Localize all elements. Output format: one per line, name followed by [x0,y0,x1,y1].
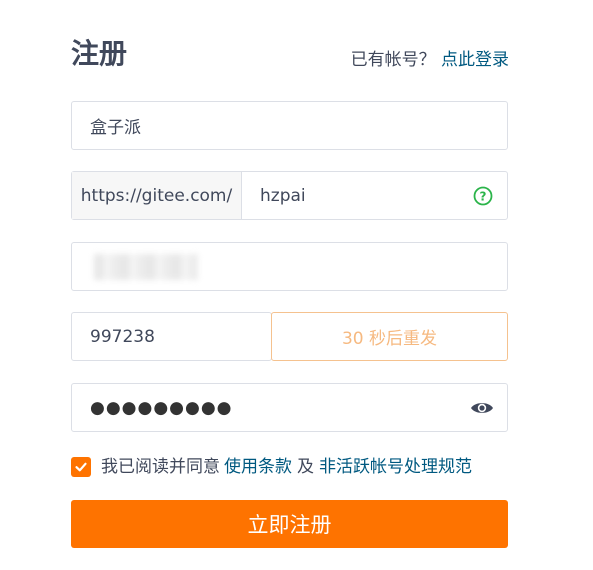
register-page: 注册 已有帐号？ 点此登录 https://gitee.com/ ? 30 秒后… [0,0,593,570]
svg-text:?: ? [480,189,487,203]
personal-path-field: https://gitee.com/ ? [71,171,508,220]
redacted-email-blur [94,254,198,280]
path-prefix: https://gitee.com/ [72,172,242,219]
eye-icon[interactable] [470,400,494,416]
page-title: 注册 [71,37,128,70]
agreement-text: 我已阅读并同意 [101,457,220,477]
login-prompt: 已有帐号？ 点此登录 [351,48,509,72]
checkmark-icon [75,462,87,472]
verification-code-input[interactable] [72,313,271,360]
register-button[interactable]: 立即注册 [71,500,508,548]
terms-link[interactable]: 使用条款 [224,455,292,479]
name-field[interactable] [71,101,508,150]
agreement-row: 我已阅读并同意 使用条款 及 非活跃帐号处理规范 [71,455,472,479]
agreement-checkbox[interactable] [71,457,91,477]
login-link[interactable]: 点此登录 [441,50,509,70]
agreement-conjunction: 及 [297,457,314,477]
verification-code-field[interactable] [71,312,272,361]
name-input[interactable] [72,102,507,149]
path-input[interactable] [242,172,473,219]
password-field[interactable]: ●●●●●●●●● [71,383,508,432]
inactive-account-policy-link[interactable]: 非活跃帐号处理规范 [319,455,472,479]
resend-code-button[interactable]: 30 秒后重发 [271,312,508,361]
login-prompt-text: 已有帐号？ [350,50,436,70]
password-input[interactable]: ●●●●●●●●● [72,398,470,418]
check-circle-icon: ? [473,186,493,205]
